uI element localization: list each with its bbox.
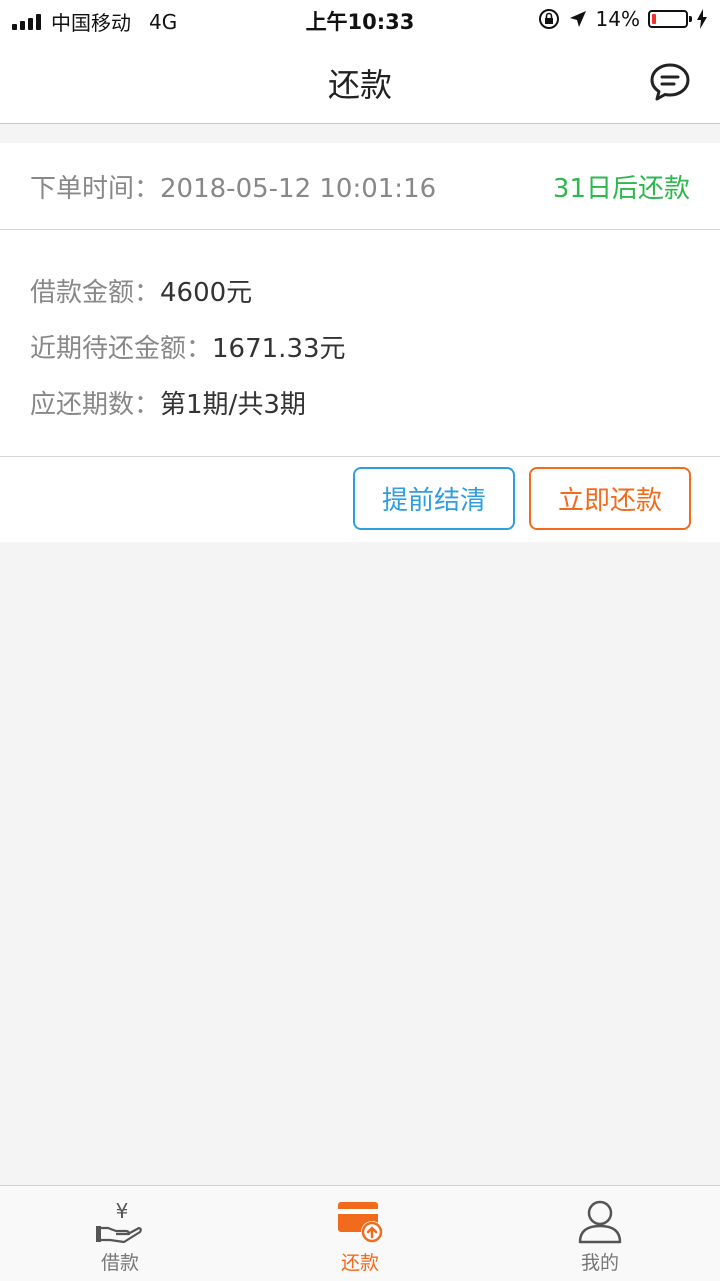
loan-amount-value: 4600元 xyxy=(160,278,253,308)
period-value: 第1期/共3期 xyxy=(160,390,306,420)
loan-amount-line: 借款金额：4600元 xyxy=(30,272,252,309)
location-arrow-icon xyxy=(569,11,586,27)
period-line: 应还期数：第1期/共3期 xyxy=(30,384,306,421)
loan-details: 借款金额：4600元 近期待还金额：1671.33元 应还期数：第1期/共3期 xyxy=(0,230,720,457)
loan-amount-label: 借款金额： xyxy=(30,278,161,308)
charging-bolt-icon xyxy=(697,9,707,29)
tab-mine-label: 我的 xyxy=(580,1252,619,1274)
due-status: 31日后还款 xyxy=(552,174,690,204)
tab-bar: ¥ 借款 还款 我的 xyxy=(0,1185,720,1281)
pending-amount-line: 近期待还金额：1671.33元 xyxy=(30,328,346,365)
pending-amount-value: 1671.33元 xyxy=(212,334,346,364)
signal-icon xyxy=(12,13,41,30)
tab-repay[interactable]: 还款 xyxy=(240,1186,480,1281)
message-button[interactable] xyxy=(648,60,692,104)
status-bar: 中国移动 4G 上午10:33 14% xyxy=(0,0,720,40)
order-row: 下单时间：2018-05-12 10:01:16 31日后还款 xyxy=(0,143,720,230)
status-left: 中国移动 4G xyxy=(12,7,177,36)
nav-bar: 还款 xyxy=(0,40,720,124)
repayment-card: 下单时间：2018-05-12 10:01:16 31日后还款 借款金额：460… xyxy=(0,143,720,542)
card-repay-icon xyxy=(338,1202,383,1243)
svg-text:¥: ¥ xyxy=(116,1199,129,1223)
tab-mine[interactable]: 我的 xyxy=(480,1186,720,1281)
order-time-value: 2018-05-12 10:01:16 xyxy=(160,174,437,204)
tab-borrow-label: 借款 xyxy=(100,1252,139,1274)
network-label: 4G xyxy=(149,9,178,34)
battery-icon xyxy=(648,10,692,28)
chat-bubble-icon xyxy=(650,63,690,101)
repay-now-button[interactable]: 立即还款 xyxy=(529,467,691,530)
carrier-label: 中国移动 xyxy=(51,11,131,35)
period-label: 应还期数： xyxy=(30,390,161,420)
battery-percent: 14% xyxy=(595,7,640,31)
tab-borrow[interactable]: ¥ 借款 xyxy=(0,1186,240,1281)
tab-repay-label: 还款 xyxy=(340,1252,379,1274)
rotation-lock-icon xyxy=(538,9,559,29)
order-time: 下单时间：2018-05-12 10:01:16 xyxy=(30,168,436,205)
order-time-label: 下单时间： xyxy=(30,174,161,204)
action-row: 提前结清 立即还款 xyxy=(0,457,720,542)
pending-amount-label: 近期待还金额： xyxy=(30,334,213,364)
page-title: 还款 xyxy=(327,66,392,104)
status-right: 14% xyxy=(538,7,708,31)
user-icon xyxy=(578,1200,622,1244)
early-settle-button[interactable]: 提前结清 xyxy=(353,467,515,530)
yen-hand-icon: ¥ xyxy=(96,1199,142,1244)
